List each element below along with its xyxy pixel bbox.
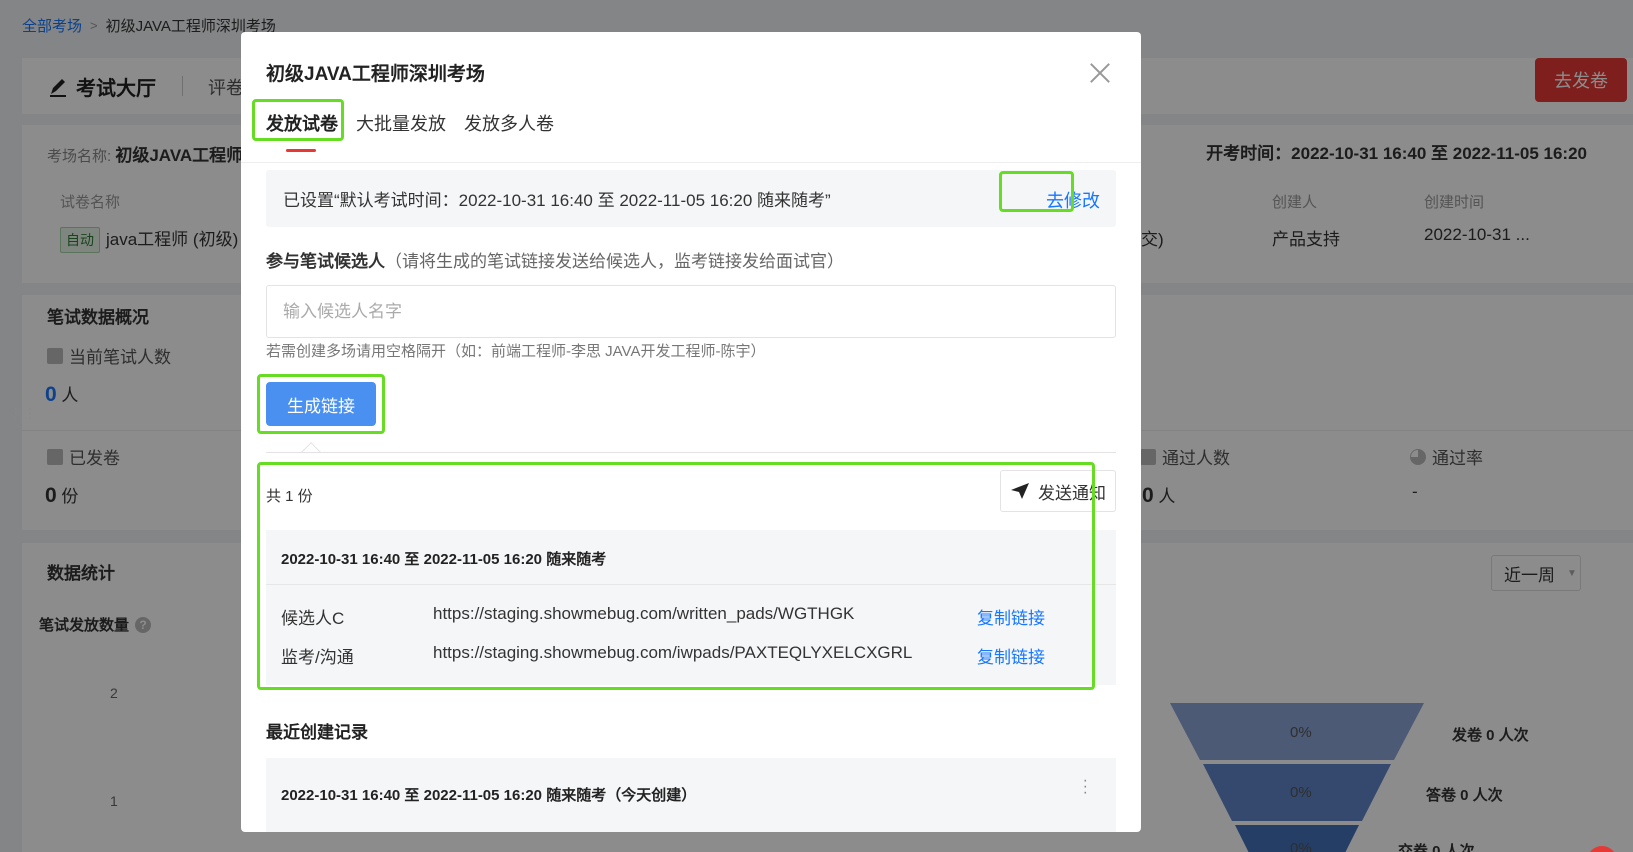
modal-tabs: 发放试卷 大批量发放 发放多人卷 xyxy=(266,110,554,152)
tab-bulk-distribute[interactable]: 大批量发放 xyxy=(356,110,446,150)
link-card-divider xyxy=(266,584,1116,585)
link-url: https://staging.showmebug.com/written_pa… xyxy=(433,604,855,623)
candidate-section-title: 参与笔试候选人（请将生成的笔试链接发送给候选人，监考链接发给面试官） xyxy=(266,247,844,272)
candidate-hint: （请将生成的笔试链接发送给候选人，监考链接发给面试官） xyxy=(385,252,844,271)
link-url: https://staging.showmebug.com/iwpads/PAX… xyxy=(433,643,913,662)
default-time-notice: 已设置“默认考试时间：2022-10-31 16:40 至 2022-11-05… xyxy=(266,170,1116,227)
copy-link-button[interactable]: 复制链接 xyxy=(977,604,1045,629)
candidate-name-input[interactable] xyxy=(266,285,1116,338)
send-notification-button[interactable]: 发送通知 xyxy=(1000,470,1116,512)
recent-record-item[interactable]: 2022-10-31 16:40 至 2022-11-05 16:20 随来随考… xyxy=(266,758,1116,832)
generate-link-button[interactable]: 生成链接 xyxy=(266,382,376,426)
copy-link-button[interactable]: 复制链接 xyxy=(977,643,1045,668)
send-plane-icon xyxy=(1011,483,1029,499)
generated-result: 共 1 份 发送通知 2022-10-31 16:40 至 2022-11-05… xyxy=(266,452,1116,690)
recent-records-title: 最近创建记录 xyxy=(266,723,368,742)
candidate-input-tip: 若需创建多场请用空格隔开（如：前端工程师-李思 JAVA开发工程师-陈宇） xyxy=(266,343,766,360)
link-card: 2022-10-31 16:40 至 2022-11-05 16:20 随来随考… xyxy=(266,530,1116,685)
more-vertical-icon[interactable]: · · · xyxy=(1083,773,1088,801)
tabs-divider xyxy=(241,162,1141,163)
link-role: 候选人C xyxy=(281,609,345,628)
distribute-modal: 初级JAVA工程师深圳考场 发放试卷 大批量发放 发放多人卷 已设置“默认考试时… xyxy=(241,32,1141,832)
recent-record-text: 2022-10-31 16:40 至 2022-11-05 16:20 随来随考… xyxy=(281,787,697,804)
drag-handle-icon[interactable]: ⋮⋮ xyxy=(9,405,37,422)
close-icon[interactable] xyxy=(1089,62,1111,84)
tab-distribute-paper[interactable]: 发放试卷 xyxy=(266,110,338,152)
edit-time-link[interactable]: 去修改 xyxy=(1046,187,1100,213)
candidate-title: 参与笔试候选人 xyxy=(266,252,385,271)
link-card-header: 2022-10-31 16:40 至 2022-11-05 16:20 随来随考 xyxy=(281,551,607,568)
result-count: 共 1 份 xyxy=(266,488,313,505)
tab-multi-person[interactable]: 发放多人卷 xyxy=(464,110,554,150)
modal-title: 初级JAVA工程师深圳考场 xyxy=(266,64,485,85)
notice-text: 已设置“默认考试时间：2022-10-31 16:40 至 2022-11-05… xyxy=(283,191,831,210)
link-role: 监考/沟通 xyxy=(281,648,354,667)
send-notification-label: 发送通知 xyxy=(1038,483,1106,503)
